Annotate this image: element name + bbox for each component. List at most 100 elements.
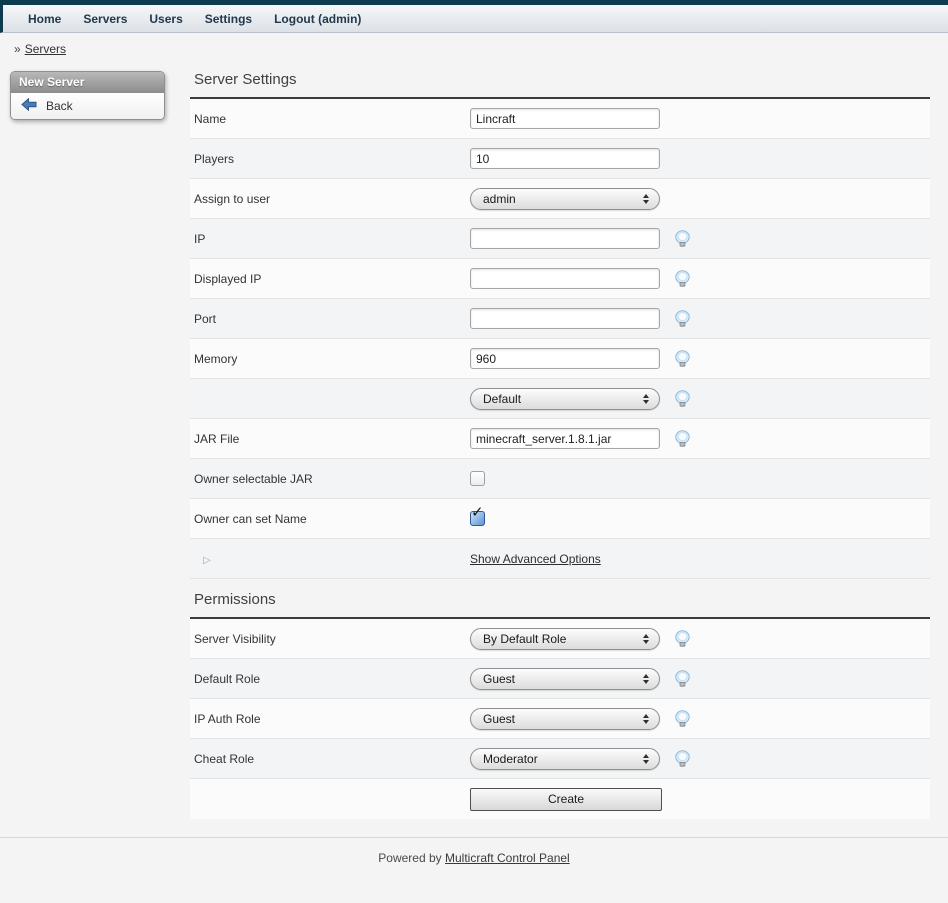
row-control-displayed-ip	[470, 268, 691, 289]
row-label-server-visibility: Server Visibility	[190, 632, 470, 646]
form-row-name: Name	[190, 99, 930, 139]
row-label-cheat-role: Cheat Role	[190, 752, 470, 766]
form-row-show-advanced-options: ▷ Show Advanced Options	[190, 539, 930, 579]
row-control-owner-selectable-jar	[470, 471, 485, 486]
triangle-right-icon[interactable]: ▷	[203, 555, 211, 566]
form-row-cheat-role: Cheat Role Moderator	[190, 739, 930, 779]
row-control-ip-auth-role: Guest	[470, 708, 691, 730]
row-label-default-role: Default Role	[190, 672, 470, 686]
help-bulb-icon[interactable]	[674, 630, 691, 647]
name-input[interactable]	[470, 108, 660, 129]
footer-divider	[0, 837, 948, 838]
port-input[interactable]	[470, 308, 660, 329]
select-up-down-arrows-icon	[643, 394, 649, 404]
default-select[interactable]: Default	[470, 388, 660, 410]
row-control-create: Create	[470, 788, 662, 811]
row-label-owner-can-set-name: Owner can set Name	[190, 512, 470, 526]
help-bulb-icon[interactable]	[674, 750, 691, 767]
back-arrow-icon	[21, 98, 37, 114]
create-button[interactable]: Create	[470, 788, 662, 811]
sidebar-menu: New Server Back	[10, 71, 165, 120]
help-bulb-icon[interactable]	[674, 350, 691, 367]
form-row-create: Create	[190, 779, 930, 819]
section-title-server-settings: Server Settings	[194, 71, 930, 88]
sidebar-title: New Server	[11, 72, 164, 93]
default-role-select-value: Guest	[483, 672, 515, 686]
checkmark-icon: ✓	[471, 505, 484, 520]
section-server-settings: Server Settings Name Players Assign to user…	[190, 71, 930, 579]
row-control-show-advanced-options: Show Advanced Options	[470, 552, 601, 566]
select-up-down-arrows-icon	[643, 634, 649, 644]
form-row-server-visibility: Server Visibility By Default Role	[190, 619, 930, 659]
row-label-ip-auth-role: IP Auth Role	[190, 712, 470, 726]
show-advanced-options-link[interactable]: Show Advanced Options	[470, 552, 601, 566]
row-label-name: Name	[190, 112, 470, 126]
default-select-value: Default	[483, 392, 521, 406]
help-bulb-icon[interactable]	[674, 710, 691, 727]
row-control-name	[470, 108, 660, 129]
nav-item-settings[interactable]: Settings	[205, 12, 252, 26]
breadcrumb-separator: »	[14, 42, 21, 56]
main-nav: Home Servers Users Settings Logout (admin)	[0, 5, 948, 33]
select-up-down-arrows-icon	[643, 754, 649, 764]
row-control-jar-file	[470, 428, 691, 449]
ip-auth-role-select-value: Guest	[483, 712, 515, 726]
form-row-players: Players	[190, 139, 930, 179]
page-footer: Powered by Multicraft Control Panel	[0, 837, 948, 865]
row-control-cheat-role: Moderator	[470, 748, 691, 770]
nav-item-home[interactable]: Home	[28, 12, 61, 26]
form-row-port: Port	[190, 299, 930, 339]
footer-link-multicraft[interactable]: Multicraft Control Panel	[445, 851, 570, 865]
row-control-ip	[470, 228, 691, 249]
form-row-ip-auth-role: IP Auth Role Guest	[190, 699, 930, 739]
ip-auth-role-select[interactable]: Guest	[470, 708, 660, 730]
form-row-assign-to-user: Assign to user admin	[190, 179, 930, 219]
nav-item-logout-admin[interactable]: Logout (admin)	[274, 12, 361, 26]
form-row-jar-file: JAR File	[190, 419, 930, 459]
select-up-down-arrows-icon	[643, 194, 649, 204]
form-row-ip: IP	[190, 219, 930, 259]
help-bulb-icon[interactable]	[674, 430, 691, 447]
server-visibility-select[interactable]: By Default Role	[470, 628, 660, 650]
help-bulb-icon[interactable]	[674, 310, 691, 327]
memory-input[interactable]	[470, 348, 660, 369]
owner-selectable-jar-checkbox[interactable]	[470, 471, 485, 486]
nav-item-servers[interactable]: Servers	[83, 12, 127, 26]
row-label-assign-to-user: Assign to user	[190, 192, 470, 206]
server-visibility-select-value: By Default Role	[483, 632, 566, 646]
breadcrumb: » Servers	[0, 33, 948, 61]
select-up-down-arrows-icon	[643, 674, 649, 684]
help-bulb-icon[interactable]	[674, 230, 691, 247]
form-content: Server Settings Name Players Assign to user…	[190, 71, 930, 819]
row-control-owner-can-set-name: ✓	[470, 511, 485, 526]
select-up-down-arrows-icon	[643, 714, 649, 724]
row-control-assign-to-user: admin	[470, 188, 660, 210]
help-bulb-icon[interactable]	[674, 670, 691, 687]
row-label-players: Players	[190, 152, 470, 166]
owner-can-set-name-checkbox[interactable]: ✓	[470, 511, 485, 526]
help-bulb-icon[interactable]	[674, 390, 691, 407]
row-control-players	[470, 148, 660, 169]
players-input[interactable]	[470, 148, 660, 169]
assign-to-user-select[interactable]: admin	[470, 188, 660, 210]
cheat-role-select-value: Moderator	[483, 752, 538, 766]
help-bulb-icon[interactable]	[674, 270, 691, 287]
default-role-select[interactable]: Guest	[470, 668, 660, 690]
row-label-jar-file: JAR File	[190, 432, 470, 446]
row-label-owner-selectable-jar: Owner selectable JAR	[190, 472, 470, 486]
sidebar-item-back[interactable]: Back	[11, 93, 164, 119]
row-label-displayed-ip: Displayed IP	[190, 272, 470, 286]
row-label-memory: Memory	[190, 352, 470, 366]
assign-to-user-select-value: admin	[483, 192, 516, 206]
form-row-displayed-ip: Displayed IP	[190, 259, 930, 299]
nav-item-users[interactable]: Users	[149, 12, 182, 26]
row-label-ip: IP	[190, 232, 470, 246]
sidebar-item-back-label: Back	[46, 99, 73, 113]
jar-file-input[interactable]	[470, 428, 660, 449]
row-control-default: Default	[470, 388, 691, 410]
cheat-role-select[interactable]: Moderator	[470, 748, 660, 770]
breadcrumb-link-servers[interactable]: Servers	[25, 42, 66, 56]
form-row-owner-selectable-jar: Owner selectable JAR	[190, 459, 930, 499]
displayed-ip-input[interactable]	[470, 268, 660, 289]
ip-input[interactable]	[470, 228, 660, 249]
